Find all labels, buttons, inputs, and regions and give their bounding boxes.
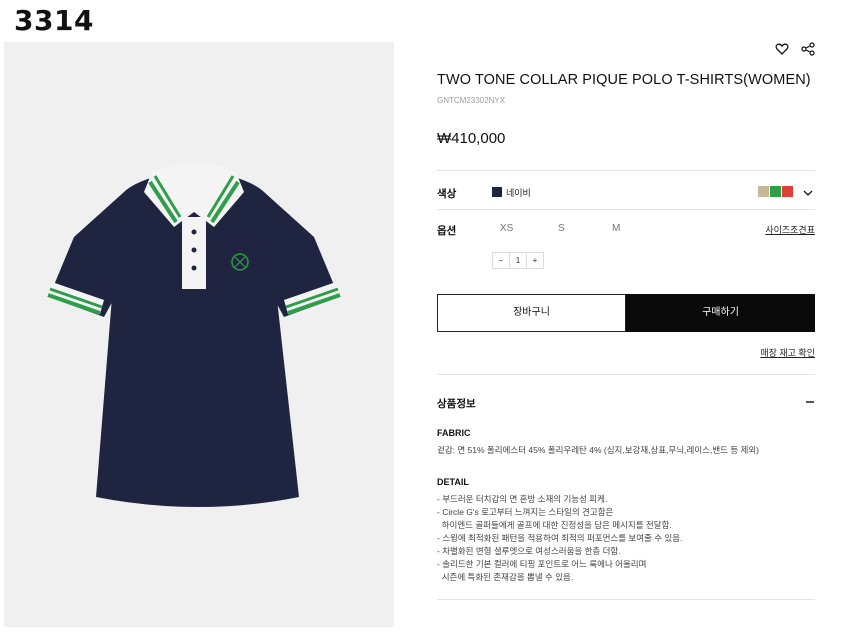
product-actions: [775, 42, 815, 56]
size-guide-link[interactable]: 사이즈조견표: [765, 223, 815, 236]
share-icon[interactable]: [801, 42, 815, 56]
quantity-minus-button[interactable]: −: [493, 253, 509, 268]
product-code: GNTCM23302NYX: [437, 96, 506, 105]
color-label: 색상: [437, 188, 457, 200]
product-image: [4, 42, 394, 627]
divider: [437, 209, 815, 210]
placket: [182, 217, 206, 289]
polo-shirt-illustration: [47, 163, 341, 507]
product-price: ₩410,000: [437, 130, 506, 147]
quantity-plus-button[interactable]: +: [527, 253, 543, 268]
quantity-stepper: − 1 +: [492, 252, 544, 269]
divider: [437, 374, 815, 375]
quantity-value[interactable]: 1: [509, 253, 527, 268]
detail-line: 시즌에 특화된 존재감을 뽐낼 수 있음.: [437, 572, 574, 582]
color-swatches: [758, 186, 793, 197]
fabric-title: FABRIC: [437, 428, 471, 438]
detail-line: - Circle G's 로고부터 느껴지는 스타일의 견고함은: [437, 507, 614, 517]
detail-line: - 차별화된 변형 셜루엣으로 여성스러움을 한층 더함.: [437, 546, 621, 556]
size-option-m[interactable]: M: [612, 223, 620, 234]
selected-color-chip: [492, 187, 502, 197]
fabric-text: 겉감: 면 51% 폴리에스터 45% 폴리우레탄 4% (심지,보강재,상표,…: [437, 445, 759, 455]
detail-line: - 솔리드한 기본 컬러에 티핑 포인트로 어느 룩에나 어울리며: [437, 559, 647, 569]
detail-title: DETAIL: [437, 477, 469, 487]
chevron-down-icon[interactable]: [803, 185, 813, 196]
buy-now-button[interactable]: 구매하기: [626, 294, 815, 332]
detail-line: - 부드러운 터치감의 면 혼방 소재의 기능성 피케.: [437, 494, 608, 504]
product-title: TWO TONE COLLAR PIQUE POLO T-SHIRTS(WOME…: [437, 72, 811, 88]
store-stock-link[interactable]: 매장 재고 확인: [760, 346, 815, 359]
swatch-beige[interactable]: [758, 186, 769, 197]
size-option-xs[interactable]: XS: [500, 223, 513, 234]
heart-icon[interactable]: [775, 42, 789, 56]
product-info-heading: 상품정보: [437, 398, 476, 410]
detail-line: 하이엔드 골퍼들에게 골프에 대한 진정성을 담은 메시지를 전달함.: [437, 520, 672, 530]
detail-line: - 스윙에 최적화된 패턴을 적용하여 최적의 퍼포먼스를 보여줄 수 있음.: [437, 533, 683, 543]
swatch-green[interactable]: [770, 186, 781, 197]
divider: [437, 599, 815, 600]
size-option-s[interactable]: S: [558, 223, 565, 234]
page-number: 3314: [14, 4, 94, 37]
divider: [437, 170, 815, 171]
add-to-cart-button[interactable]: 장바구니: [437, 294, 626, 332]
collapse-icon[interactable]: [805, 394, 815, 404]
swatch-red[interactable]: [782, 186, 793, 197]
option-label: 옵션: [437, 225, 457, 237]
selected-color-name: 네이비: [506, 188, 531, 198]
